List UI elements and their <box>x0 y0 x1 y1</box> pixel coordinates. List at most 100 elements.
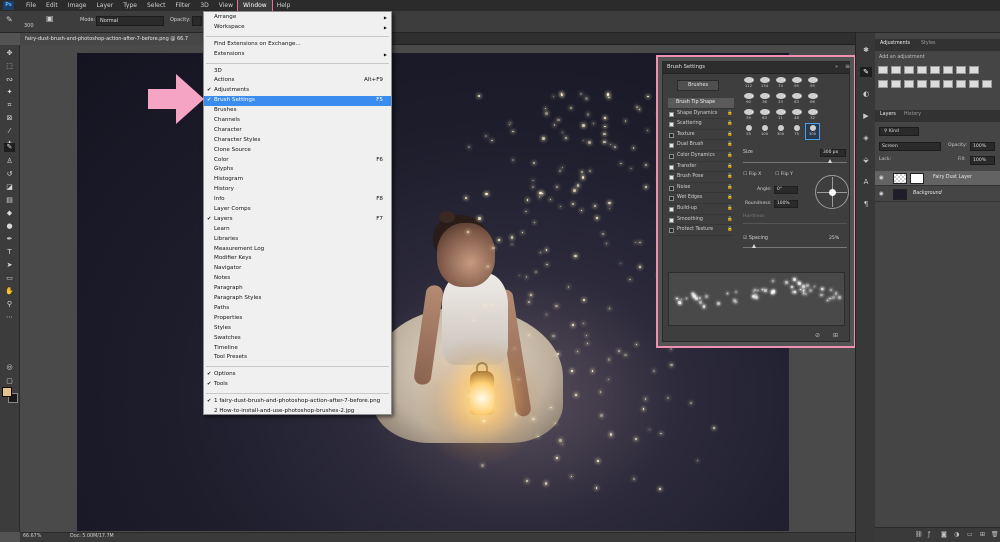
blend-mode-dropdown[interactable]: Screen <box>879 142 941 151</box>
brushes-panel-icon[interactable]: ◐ <box>860 89 872 99</box>
channels-panel-icon[interactable]: ◈ <box>860 133 872 143</box>
brush-section-item[interactable]: Color Dynamics 🔒 <box>668 151 734 162</box>
path-select-tool-icon[interactable]: ➤ <box>4 261 15 270</box>
section-checkbox[interactable] <box>669 122 674 128</box>
crop-tool-icon[interactable]: ⌗ <box>4 101 15 110</box>
actions-panel-icon[interactable]: ▶ <box>860 111 872 121</box>
adjustment-preset-icon[interactable] <box>982 80 992 88</box>
lock-icon[interactable]: 🔒 <box>727 140 733 151</box>
section-checkbox[interactable] <box>669 175 674 181</box>
brushes-button[interactable]: Brushes <box>677 80 719 91</box>
adjustment-preset-icon[interactable] <box>904 80 914 88</box>
lock-icon[interactable]: 🔒 <box>727 151 733 162</box>
lock-icon[interactable]: 🔒 <box>727 162 733 173</box>
window-menu-item[interactable]: Brushes <box>204 106 391 116</box>
brush-tip-preset[interactable]: 11 <box>774 108 787 123</box>
character-panel-icon[interactable]: A <box>860 177 872 187</box>
mode-dropdown[interactable]: Normal <box>96 16 164 26</box>
brush-tip-preset[interactable]: 55 <box>742 124 755 139</box>
gradient-tool-icon[interactable]: ▤ <box>4 196 15 205</box>
brush-section-item[interactable]: Protect Texture 🔒 <box>668 225 734 236</box>
lock-icon[interactable]: 🔒 <box>727 193 733 204</box>
window-menu-item[interactable]: Color F6 <box>204 156 391 166</box>
brush-tool-icon[interactable]: ✎ <box>6 15 13 24</box>
adjustment-preset-icon[interactable] <box>878 66 888 74</box>
new-brush-icon[interactable]: ⊞ <box>833 332 838 339</box>
brush-tip-preset[interactable]: 33 <box>774 92 787 107</box>
section-checkbox[interactable] <box>669 196 674 202</box>
lock-icon[interactable]: 🔒 <box>727 109 733 120</box>
spacing-slider-thumb[interactable] <box>752 244 756 248</box>
shape-tool-icon[interactable]: ▭ <box>4 274 15 283</box>
brush-tip-preset[interactable]: 39 <box>742 108 755 123</box>
brush-section-item[interactable]: Brush Pose 🔒 <box>668 172 734 183</box>
window-menu-item[interactable]: Measurement Log <box>204 245 391 255</box>
paths-panel-icon[interactable]: ⬙ <box>860 155 872 165</box>
lock-icon[interactable]: 🔒 <box>727 172 733 183</box>
window-menu-item[interactable]: Workspace ▶ <box>204 23 391 33</box>
size-field[interactable]: 300 px <box>820 149 846 157</box>
tab-styles[interactable]: Styles <box>921 41 936 46</box>
brush-tip-preset[interactable]: 90 <box>742 92 755 107</box>
brush-section-item[interactable]: Shape Dynamics 🔒 <box>668 109 734 120</box>
brush-settings-panel-icon[interactable]: ✎ <box>860 67 872 77</box>
spacing-checkbox[interactable]: ☑ Spacing <box>743 236 768 241</box>
window-menu-item[interactable]: ✔ 1 fairy-dust-brush-and-photoshop-action… <box>204 397 391 407</box>
visibility-eye-icon[interactable]: ◉ <box>879 175 884 181</box>
new-group-icon[interactable]: ▭ <box>967 531 973 538</box>
section-checkbox[interactable] <box>669 111 674 117</box>
brush-section-item[interactable]: Noise 🔒 <box>668 183 734 194</box>
tab-adjustments[interactable]: Adjustments <box>880 41 910 46</box>
window-menu-item[interactable]: ✔ Adjustments <box>204 86 391 96</box>
color-swatches[interactable] <box>2 387 18 403</box>
window-menu-item[interactable]: Character <box>204 126 391 136</box>
adjustment-preset-icon[interactable] <box>891 66 901 74</box>
adjustment-preset-icon[interactable] <box>943 80 953 88</box>
brush-section-item[interactable]: Smoothing 🔒 <box>668 215 734 226</box>
section-checkbox[interactable] <box>669 164 674 170</box>
adjustment-preset-icon[interactable] <box>956 66 966 74</box>
brush-tip-preset[interactable]: 134 <box>758 76 771 91</box>
eraser-tool-icon[interactable]: ◪ <box>4 183 15 192</box>
window-menu-item[interactable]: Swatches <box>204 334 391 344</box>
window-menu-item[interactable]: Tool Presets <box>204 353 391 363</box>
menu-filter[interactable]: Filter <box>171 0 196 11</box>
visibility-eye-icon[interactable]: ◉ <box>879 191 884 197</box>
brush-section-item[interactable]: Brush Tip Shape <box>668 98 734 109</box>
brush-tip-preset[interactable]: 100 <box>758 124 771 139</box>
adjustments-panel-icon[interactable]: ✱ <box>860 45 872 55</box>
layer-filter-kind[interactable]: ⚲ Kind <box>879 127 919 136</box>
window-menu-item[interactable]: Styles <box>204 324 391 334</box>
marquee-tool-icon[interactable]: ⬚ <box>4 62 15 71</box>
brush-tip-preset[interactable]: 300 <box>774 124 787 139</box>
adjustment-preset-icon[interactable] <box>917 66 927 74</box>
window-menu-item[interactable]: Libraries <box>204 235 391 245</box>
window-menu-item[interactable]: Modifier Keys <box>204 254 391 264</box>
section-checkbox[interactable] <box>669 143 674 149</box>
window-menu-item[interactable]: ✔ Tools <box>204 380 391 390</box>
brush-tip-preset[interactable]: 32 <box>806 108 819 123</box>
window-menu-item[interactable]: History <box>204 185 391 195</box>
window-menu-item[interactable]: Learn <box>204 225 391 235</box>
menu-file[interactable]: File <box>21 0 41 11</box>
more-tools-icon[interactable]: ⋯ <box>4 313 15 322</box>
brush-tip-preset[interactable]: 112 <box>742 76 755 91</box>
type-tool-icon[interactable]: T <box>4 248 15 257</box>
tab-history[interactable]: History <box>904 112 921 117</box>
adjustment-preset-icon[interactable] <box>930 66 940 74</box>
opacity-field[interactable] <box>192 16 202 26</box>
window-menu-item[interactable]: Find Extensions on Exchange... <box>204 40 391 50</box>
brush-section-item[interactable]: Texture 🔒 <box>668 130 734 141</box>
brush-tip-preset[interactable]: 36 <box>758 92 771 107</box>
layer-row[interactable]: ◉ Background <box>875 187 1000 202</box>
brush-section-item[interactable]: Build-up 🔒 <box>668 204 734 215</box>
roundness-field[interactable]: 100% <box>774 200 798 208</box>
layer-row[interactable]: ◉ Fairy Dust Layer <box>875 171 1000 186</box>
menu-help[interactable]: Help <box>272 0 296 11</box>
fill-field[interactable]: 100% <box>970 156 995 165</box>
layer-mask-thumbnail[interactable] <box>910 173 924 184</box>
window-menu-item[interactable]: Layer Comps <box>204 205 391 215</box>
flip-y-checkbox[interactable]: ☐ Flip Y <box>775 172 793 177</box>
window-menu-item[interactable]: Paths <box>204 304 391 314</box>
screen-mode-icon[interactable]: ▢ <box>4 377 15 386</box>
